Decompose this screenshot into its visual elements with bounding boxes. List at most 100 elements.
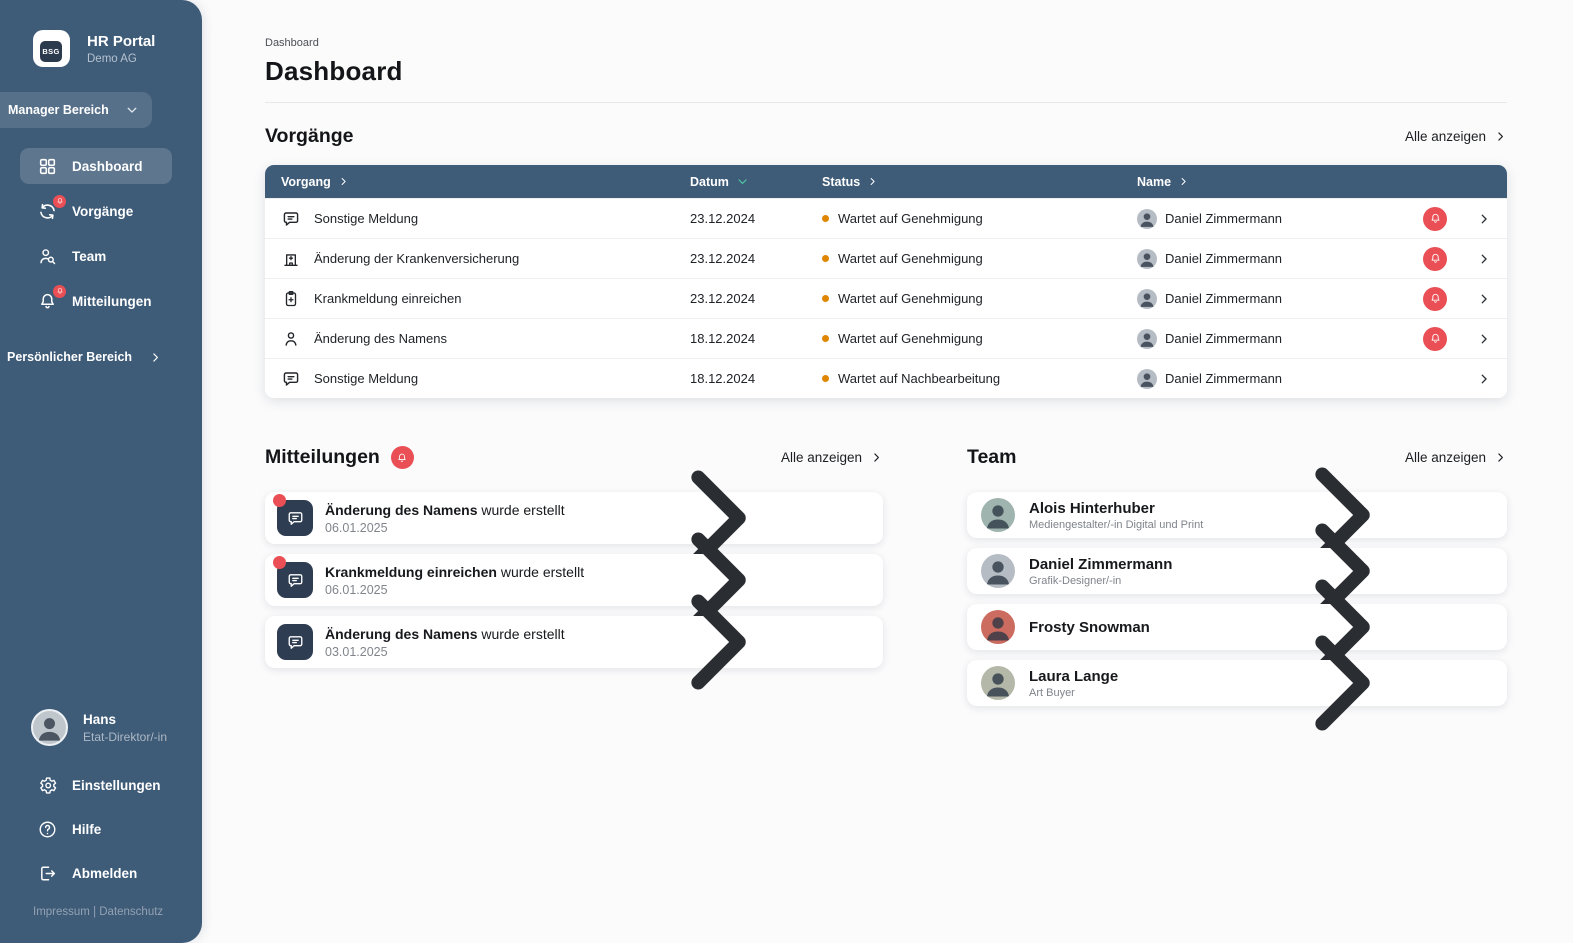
datum-cell: 23.12.2024 bbox=[690, 211, 822, 226]
vorgaenge-view-all-link[interactable]: Alle anzeigen bbox=[1405, 129, 1507, 144]
datum-cell: 23.12.2024 bbox=[690, 291, 822, 306]
sidebar-item-label: Hilfe bbox=[72, 822, 101, 837]
vorgang-title: Änderung der Krankenversicherung bbox=[314, 251, 519, 266]
vorgang-title: Änderung des Namens bbox=[314, 331, 447, 346]
status-cell: Wartet auf Genehmigung bbox=[822, 291, 1137, 306]
vorgang-cell: Sonstige Meldung bbox=[281, 209, 690, 229]
table-row[interactable]: Änderung des Namens 18.12.2024 Wartet au… bbox=[265, 318, 1507, 358]
personal-area-label: Persönlicher Bereich bbox=[7, 350, 132, 364]
alert-bell-badge[interactable] bbox=[1423, 287, 1447, 311]
member-name: Frosty Snowman bbox=[1029, 619, 1150, 636]
table-header-row: Vorgang Datum Status Name bbox=[265, 165, 1507, 198]
legal-links[interactable]: Impressum | Datenschutz bbox=[33, 906, 163, 918]
message-icon bbox=[281, 209, 301, 229]
team-heading: Team bbox=[967, 446, 1017, 469]
team-member-card[interactable]: Laura Lange Art Buyer bbox=[967, 660, 1507, 706]
notification-badge bbox=[53, 285, 66, 298]
status-cell: Wartet auf Genehmigung bbox=[822, 211, 1137, 226]
sidebar-item-label: Mitteilungen bbox=[72, 294, 152, 309]
alert-bell-badge[interactable] bbox=[1423, 207, 1447, 231]
vorgang-cell: Änderung des Namens bbox=[281, 329, 690, 349]
user-role: Etat-Direktor/-in bbox=[83, 730, 167, 744]
mitteilung-card[interactable]: Änderung des Namens wurde erstellt 03.01… bbox=[265, 616, 883, 668]
sidebar-item-vorgaenge[interactable]: Vorgänge bbox=[20, 193, 172, 229]
person-name: Daniel Zimmermann bbox=[1165, 371, 1282, 386]
chevron-right-icon bbox=[1191, 608, 1491, 758]
gear-icon bbox=[37, 775, 58, 796]
table-row[interactable]: Sonstige Meldung 18.12.2024 Wartet auf N… bbox=[265, 358, 1507, 398]
status-label: Wartet auf Genehmigung bbox=[838, 251, 983, 266]
sidebar-item-einstellungen[interactable]: Einstellungen bbox=[20, 767, 180, 803]
column-header-name[interactable]: Name bbox=[1137, 175, 1423, 189]
sidebar-item-dashboard[interactable]: Dashboard bbox=[20, 148, 172, 184]
breadcrumb: Dashboard bbox=[265, 37, 1507, 49]
name-cell: Daniel Zimmermann bbox=[1137, 249, 1423, 269]
row-chevron[interactable] bbox=[1467, 292, 1491, 306]
table-row[interactable]: Änderung der Krankenversicherung 23.12.2… bbox=[265, 238, 1507, 278]
avatar bbox=[31, 709, 68, 746]
card-chevron[interactable] bbox=[567, 567, 867, 717]
user-name: Hans bbox=[83, 712, 167, 727]
avatar bbox=[1137, 369, 1157, 389]
person-search-icon bbox=[37, 246, 58, 267]
sidebar-item-team[interactable]: Team bbox=[20, 238, 172, 274]
divider bbox=[265, 102, 1507, 103]
row-chevron[interactable] bbox=[1467, 252, 1491, 266]
vorgang-cell: Sonstige Meldung bbox=[281, 369, 690, 389]
person-name: Daniel Zimmermann bbox=[1165, 291, 1282, 306]
vorgang-title: Sonstige Meldung bbox=[314, 211, 418, 226]
sidebar-item-hilfe[interactable]: Hilfe bbox=[20, 811, 180, 847]
datum-cell: 18.12.2024 bbox=[690, 331, 822, 346]
bell-icon bbox=[37, 291, 58, 312]
column-header-status[interactable]: Status bbox=[822, 175, 1137, 189]
alert-cell bbox=[1423, 287, 1467, 311]
person-name: Daniel Zimmermann bbox=[1165, 211, 1282, 226]
table-row[interactable]: Sonstige Meldung 23.12.2024 Wartet auf G… bbox=[265, 198, 1507, 238]
row-chevron[interactable] bbox=[1467, 332, 1491, 346]
member-role: Mediengestalter/-in Digital und Print bbox=[1029, 519, 1203, 531]
sidebar-item-abmelden[interactable]: Abmelden bbox=[20, 855, 180, 891]
bell-badge-icon bbox=[391, 446, 414, 469]
chevron-right-icon bbox=[1477, 212, 1491, 226]
personal-area-button[interactable]: Persönlicher Bereich bbox=[7, 350, 162, 364]
table-body: Sonstige Meldung 23.12.2024 Wartet auf G… bbox=[265, 198, 1507, 398]
avatar bbox=[981, 554, 1015, 588]
chevron-right-icon bbox=[1477, 372, 1491, 386]
member-name: Daniel Zimmermann bbox=[1029, 556, 1172, 573]
name-cell: Daniel Zimmermann bbox=[1137, 289, 1423, 309]
row-chevron[interactable] bbox=[1467, 212, 1491, 226]
card-chevron[interactable] bbox=[1191, 608, 1491, 758]
column-header-datum[interactable]: Datum bbox=[690, 175, 822, 189]
logout-icon bbox=[37, 863, 58, 884]
alert-cell bbox=[1423, 327, 1467, 351]
mitteilungen-section: Mitteilungen Alle anzeigen Änderung des … bbox=[265, 446, 883, 706]
view-all-label: Alle anzeigen bbox=[1405, 129, 1486, 144]
table-row[interactable]: Krankmeldung einreichen 23.12.2024 Warte… bbox=[265, 278, 1507, 318]
vorgang-title: Krankmeldung einreichen bbox=[314, 291, 461, 306]
mitteilung-title: Änderung des Namens wurde erstellt bbox=[325, 626, 565, 642]
name-cell: Daniel Zimmermann bbox=[1137, 209, 1423, 229]
status-dot bbox=[822, 335, 829, 342]
sidebar-item-label: Abmelden bbox=[72, 866, 137, 881]
sidebar-item-mitteilungen[interactable]: Mitteilungen bbox=[20, 283, 172, 319]
message-icon bbox=[277, 624, 313, 660]
vorgaenge-heading: Vorgänge bbox=[265, 125, 353, 148]
alert-bell-badge[interactable] bbox=[1423, 247, 1447, 271]
member-role: Art Buyer bbox=[1029, 687, 1118, 699]
mitteilung-date: 06.01.2025 bbox=[325, 521, 565, 535]
vorgaenge-section-head: Vorgänge Alle anzeigen bbox=[265, 125, 1507, 148]
row-chevron[interactable] bbox=[1467, 372, 1491, 386]
column-header-vorgang[interactable]: Vorgang bbox=[281, 175, 690, 189]
mitteilungen-list: Änderung des Namens wurde erstellt 06.01… bbox=[265, 492, 883, 668]
status-label: Wartet auf Genehmigung bbox=[838, 331, 983, 346]
current-user[interactable]: Hans Etat-Direktor/-in bbox=[31, 709, 167, 746]
vorgaenge-table: Vorgang Datum Status Name bbox=[265, 165, 1507, 398]
alert-cell bbox=[1423, 247, 1467, 271]
page-title: Dashboard bbox=[265, 56, 1507, 87]
alert-bell-badge[interactable] bbox=[1423, 327, 1447, 351]
area-switcher-button[interactable]: Manager Bereich bbox=[0, 92, 152, 128]
mitteilung-date: 03.01.2025 bbox=[325, 645, 565, 659]
avatar bbox=[1137, 289, 1157, 309]
area-switcher-label: Manager Bereich bbox=[8, 103, 109, 117]
status-cell: Wartet auf Genehmigung bbox=[822, 251, 1137, 266]
